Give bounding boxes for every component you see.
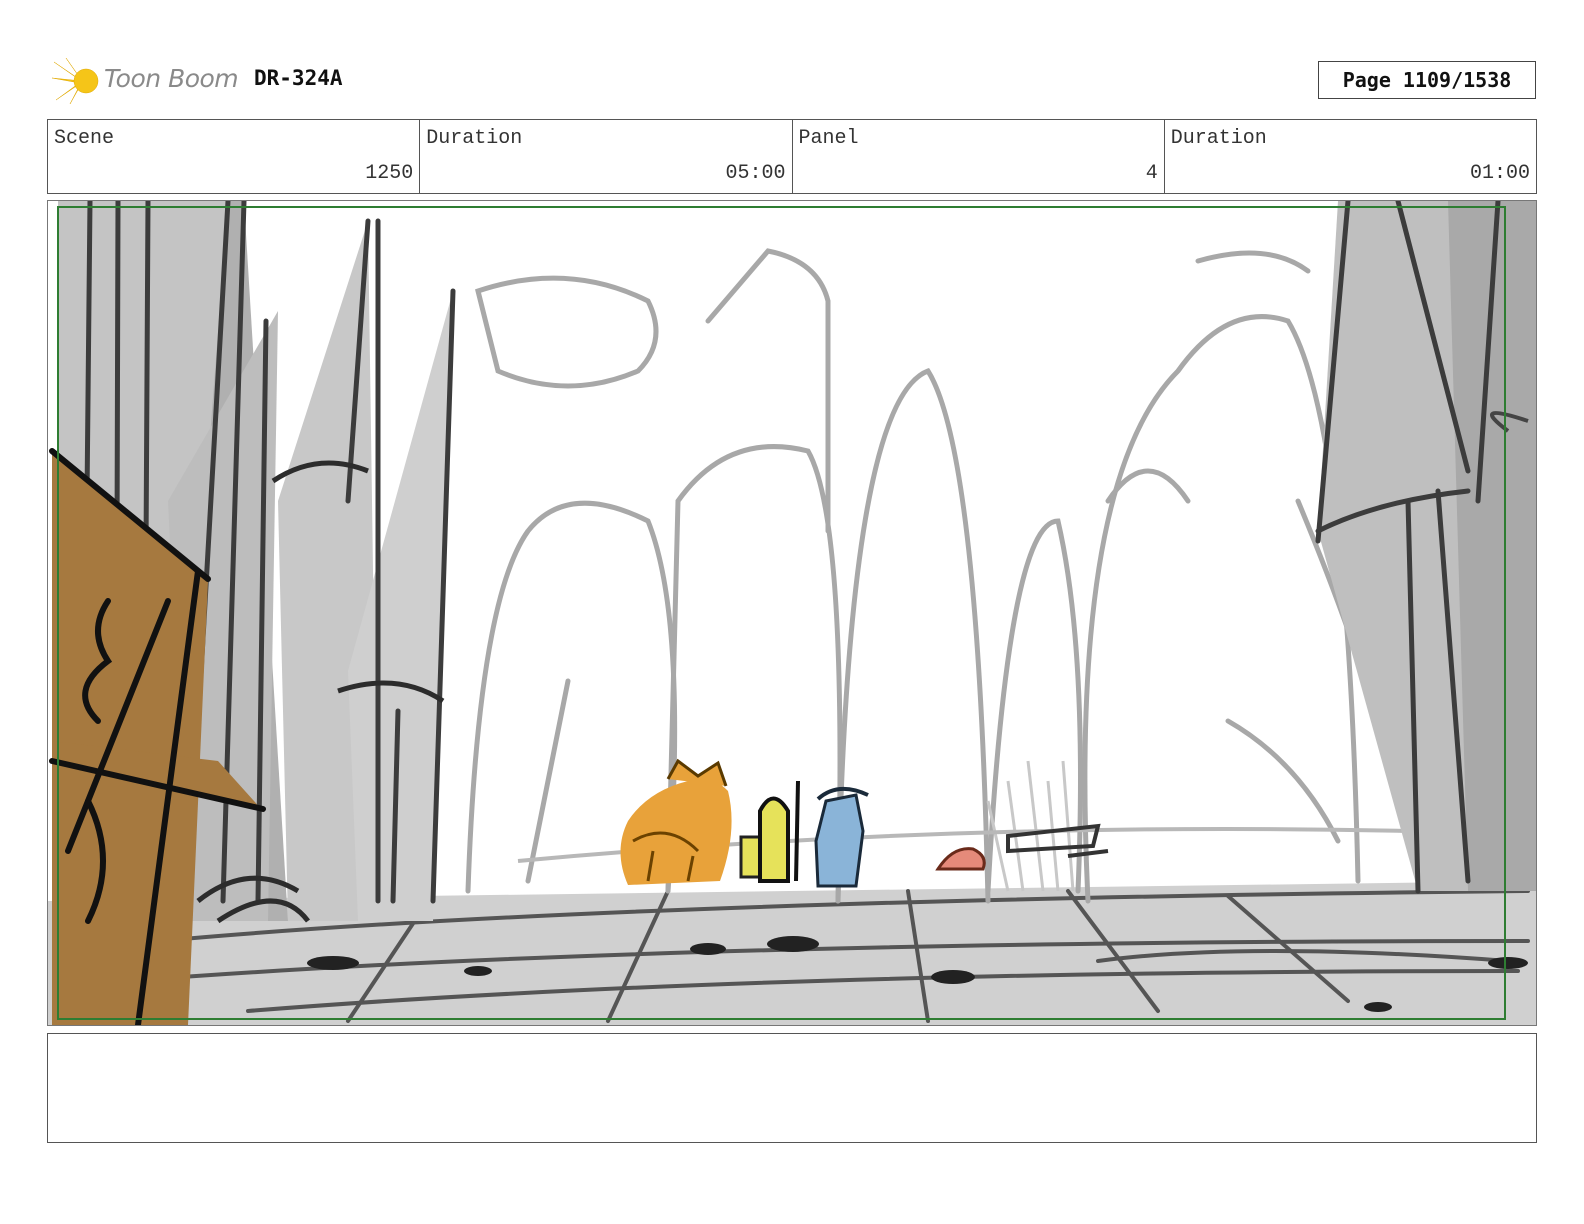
- scene-duration-cell: Duration 05:00: [420, 120, 793, 193]
- panel-label: Panel: [798, 127, 859, 150]
- right-trees: [1315, 201, 1536, 894]
- scene-label: Scene: [54, 127, 115, 150]
- page-label: Page 1109/1538: [1342, 68, 1512, 92]
- panel-cell: Panel 4: [793, 120, 1165, 193]
- logo-burst-icon: [51, 57, 99, 105]
- info-table: Scene 1250 Duration 05:00 Panel 4 Durati…: [47, 119, 1537, 194]
- scene-duration-value: 05:00: [725, 162, 786, 185]
- page-indicator: Page 1109/1538: [1318, 61, 1536, 99]
- panel-duration-cell: Duration 01:00: [1165, 120, 1536, 193]
- character-orange: [620, 758, 732, 885]
- scene-duration-label: Duration: [426, 127, 523, 150]
- background-cliffs: [465, 248, 1381, 904]
- scene-value: 1250: [365, 162, 414, 185]
- character-yellow: [739, 780, 800, 883]
- project-code: DR-324A: [254, 66, 343, 90]
- panel-notes: [47, 1033, 1537, 1143]
- storyboard-panel: [47, 200, 1537, 1026]
- panel-value: 4: [1145, 162, 1158, 185]
- storyboard-sketch: [48, 201, 1536, 1025]
- character-blue: [814, 787, 869, 888]
- logo-wordmark: Toon Boom: [104, 64, 239, 93]
- scene-cell: Scene 1250: [48, 120, 421, 193]
- toon-boom-logo: Toon Boom: [51, 56, 242, 106]
- character-pink: [935, 847, 986, 871]
- panel-duration-label: Duration: [1170, 127, 1267, 150]
- panel-duration-value: 01:00: [1469, 162, 1530, 185]
